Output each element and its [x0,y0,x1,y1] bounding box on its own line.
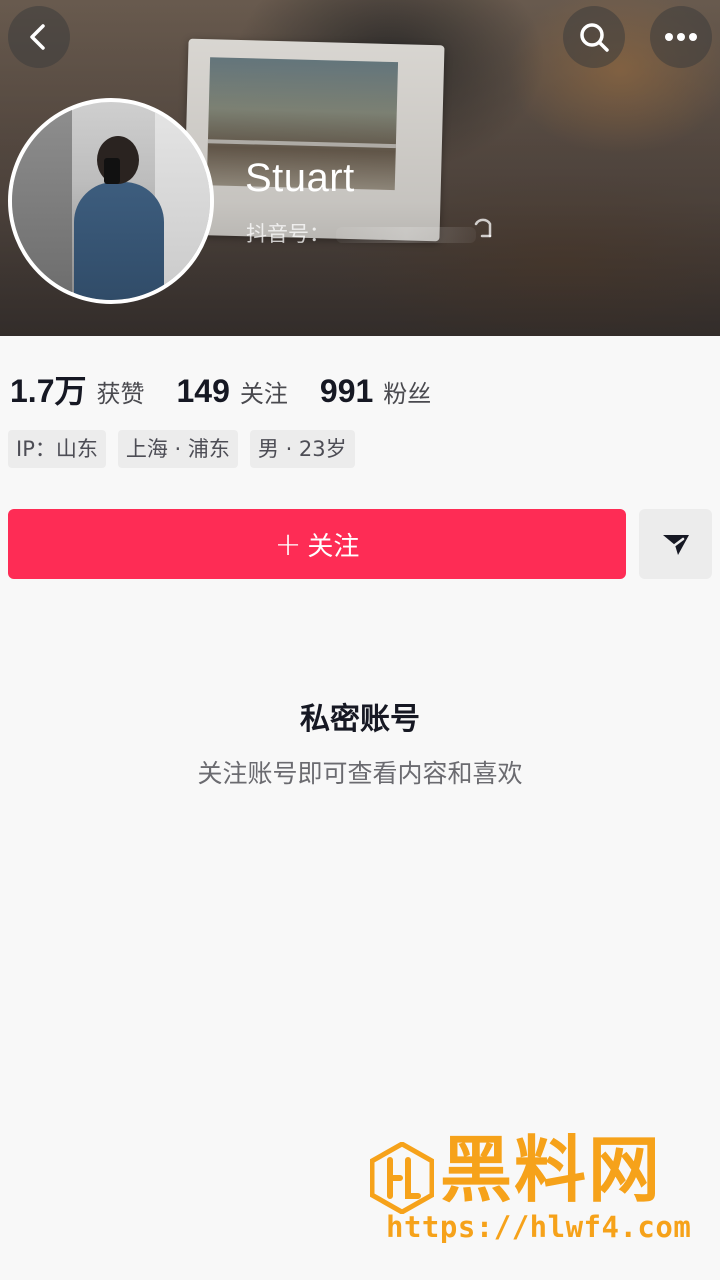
follow-label: 关注 [307,531,360,562]
more-button[interactable] [650,6,712,68]
watermark-url: https://hlwf4.com [386,1210,692,1244]
stat-followers[interactable]: 991 粉丝 [320,373,431,410]
private-account-title: 私密账号 [300,702,420,737]
watermark-text: 黑料网 [440,1128,663,1212]
private-account-subtitle: 关注账号即可查看内容和喜欢 [197,759,523,788]
douyin-id-label: 抖音号： [246,222,330,246]
search-button[interactable] [563,6,625,68]
avatar[interactable] [8,98,214,304]
likes-label: 获赞 [96,380,145,408]
profile-page: Stuart 抖音号： 1.7万 获赞 149 关注 991 粉丝 IP：山东 … [0,0,720,1280]
back-button[interactable] [8,6,70,68]
search-icon [580,23,609,52]
profile-tags: IP：山东 上海 · 浦东 男 · 23岁 [8,430,367,468]
following-count: 149 [176,373,230,409]
copy-icon[interactable] [472,218,494,242]
plus-icon: + [274,525,302,563]
stat-following[interactable]: 149 关注 [177,373,288,410]
likes-count: 1.7万 [10,373,87,409]
tag-gender-age: 男 · 23岁 [249,430,355,468]
douyin-id: 抖音号： [246,218,476,248]
followers-count: 991 [319,373,374,409]
douyin-id-value-blurred [336,227,476,243]
watermark-logo [370,1142,434,1214]
followers-label: 粉丝 [383,380,432,408]
tag-ip: IP：山东 [8,430,106,468]
following-label: 关注 [239,380,288,408]
tag-location: 上海 · 浦东 [117,430,238,468]
share-button[interactable] [639,509,712,579]
username: Stuart [245,156,355,200]
follow-button[interactable]: + 关注 [8,509,626,579]
share-icon [662,535,689,555]
chevron-left-icon [30,24,45,50]
stat-likes[interactable]: 1.7万 获赞 [10,366,145,412]
more-icon [665,33,697,41]
profile-stats: 1.7万 获赞 149 关注 991 粉丝 [10,366,463,410]
